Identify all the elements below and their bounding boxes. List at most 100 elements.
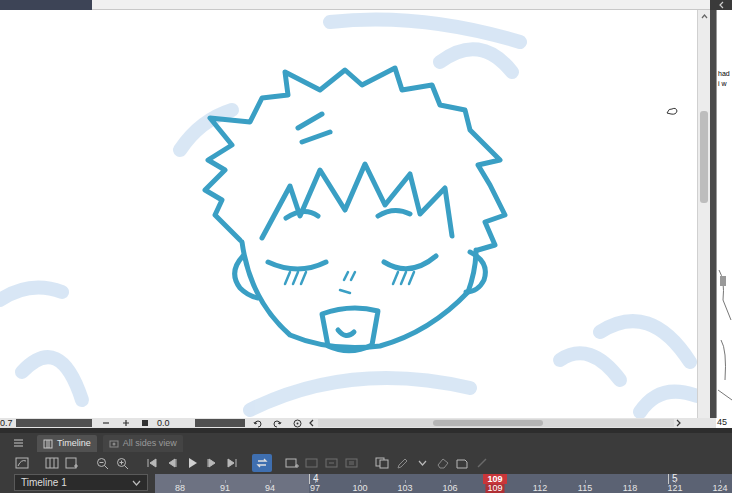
eraser-button[interactable] <box>432 454 452 472</box>
frame-number[interactable]: 94 <box>265 484 275 493</box>
last-frame-button[interactable] <box>222 454 242 472</box>
zoom-out-icon[interactable] <box>102 419 110 427</box>
manga-text: i w <box>718 80 732 88</box>
zoom-out-icon[interactable] <box>96 457 109 470</box>
frame-number[interactable]: 118 <box>623 484 637 493</box>
next-frame-button[interactable] <box>202 454 222 472</box>
frame-ruler[interactable]: 4 5 88 91 94 97 100 103 106 109109 112 115 118 121 124 <box>155 474 732 493</box>
rotate-right-icon[interactable] <box>273 419 282 428</box>
panel-menu[interactable] <box>0 433 37 452</box>
frame-tick <box>405 480 406 483</box>
play-icon[interactable] <box>186 457 198 469</box>
loop-icon[interactable] <box>255 457 269 469</box>
reset-rotation-icon[interactable] <box>293 419 302 428</box>
frame-number[interactable]: 115 <box>578 484 592 493</box>
new-animation-folder-button[interactable] <box>282 454 302 472</box>
folder-add-icon[interactable] <box>285 457 299 469</box>
frame-number[interactable]: 103 <box>397 484 412 493</box>
chevron-down-icon[interactable] <box>418 460 427 466</box>
scroll-left-icon[interactable] <box>308 419 314 427</box>
playhead[interactable]: 109 <box>483 474 507 484</box>
zoom-value[interactable]: 0.7 <box>0 419 14 428</box>
tab-label: All sides view <box>123 438 177 449</box>
side-canvas[interactable]: hadi w <box>716 10 732 418</box>
onion-skin-button[interactable] <box>372 454 392 472</box>
cel-icon <box>325 457 339 469</box>
prev-frame-icon[interactable] <box>166 457 178 469</box>
dropdown-button[interactable] <box>412 454 432 472</box>
fit-icon[interactable] <box>141 419 149 427</box>
prev-frame-button[interactable] <box>162 454 182 472</box>
scroll-thumb[interactable] <box>700 111 708 203</box>
chevron-left-icon[interactable] <box>718 1 724 9</box>
rotation-value[interactable]: 0.0 <box>157 419 187 428</box>
first-frame-icon[interactable] <box>146 457 158 469</box>
brush-cursor-icon <box>666 106 678 116</box>
last-frame-icon[interactable] <box>226 457 238 469</box>
cel-button-1 <box>302 454 322 472</box>
timeline-select-area: Timeline 1 <box>0 474 155 493</box>
frame-number[interactable]: 109 <box>485 484 504 493</box>
frame-tick <box>315 480 316 483</box>
onion-skin-icon[interactable] <box>375 457 389 469</box>
timeline-toolbar <box>0 452 732 474</box>
play-button[interactable] <box>182 454 202 472</box>
menu-icon[interactable] <box>14 439 23 447</box>
status-spacer <box>682 418 716 428</box>
graph-button[interactable] <box>12 454 32 472</box>
zoom-out-button[interactable] <box>92 454 112 472</box>
loop-button[interactable] <box>252 454 272 472</box>
zoom-in-icon[interactable] <box>116 457 129 470</box>
timeline-header: Timeline All sides view <box>0 433 732 452</box>
eraser-icon[interactable] <box>436 457 449 469</box>
panel-collapse[interactable] <box>710 0 732 10</box>
frame-number[interactable]: 124 <box>712 484 727 493</box>
zoom-in-button[interactable] <box>112 454 132 472</box>
frame-tick <box>180 480 181 483</box>
h-scroll-thumb[interactable] <box>433 420 543 426</box>
new-frame-icon[interactable] <box>65 457 79 469</box>
next-frame-icon[interactable] <box>206 457 218 469</box>
canvas-tab[interactable] <box>0 0 92 10</box>
frame-number[interactable]: 88 <box>175 484 185 493</box>
frame-number[interactable]: 91 <box>220 484 230 493</box>
zoom-slider[interactable] <box>16 419 92 427</box>
scroll-up-icon[interactable] <box>701 14 708 19</box>
frame-tick <box>450 480 451 483</box>
frame-number[interactable]: 106 <box>442 484 457 493</box>
frame-number[interactable]: 112 <box>533 484 547 493</box>
new-frame-button[interactable] <box>62 454 82 472</box>
frame-number[interactable]: 100 <box>352 484 367 493</box>
timeline-dropdown[interactable]: Timeline 1 <box>14 474 148 491</box>
frame-number[interactable]: 121 <box>667 484 682 493</box>
horizontal-scrollbar[interactable] <box>318 419 674 427</box>
vertical-scrollbar[interactable] <box>697 10 710 418</box>
first-frame-button[interactable] <box>142 454 162 472</box>
cel-marker[interactable]: 5 <box>668 474 678 484</box>
paste-button[interactable] <box>452 454 472 472</box>
frame-tick <box>675 480 676 483</box>
rotate-left-icon[interactable] <box>253 419 262 428</box>
graph-icon[interactable] <box>15 457 29 469</box>
brush-icon <box>476 457 488 469</box>
side-zoom-value[interactable]: 45 <box>716 418 732 428</box>
frame-button[interactable] <box>42 454 62 472</box>
manga-art <box>717 260 732 418</box>
panel-tab[interactable]: Timeline <box>37 435 97 452</box>
pen-icon[interactable] <box>396 457 409 470</box>
zoom-in-icon[interactable] <box>122 419 130 427</box>
cel-button-2 <box>322 454 342 472</box>
rotation-slider[interactable] <box>195 419 245 427</box>
frame-icon[interactable] <box>45 457 59 469</box>
frame-tick <box>540 480 541 483</box>
frame-tick <box>630 480 631 483</box>
status-bar: 0.7 0.0 45 <box>0 418 732 428</box>
top-strip <box>0 0 732 10</box>
panel-tab[interactable]: All sides view <box>103 435 183 452</box>
frame-number[interactable]: 97 <box>310 484 320 493</box>
cel-marker[interactable]: 4 <box>309 474 319 484</box>
frame-tick <box>360 480 361 483</box>
paste-icon[interactable] <box>455 457 469 469</box>
canvas[interactable] <box>0 10 697 418</box>
pen-button[interactable] <box>392 454 412 472</box>
